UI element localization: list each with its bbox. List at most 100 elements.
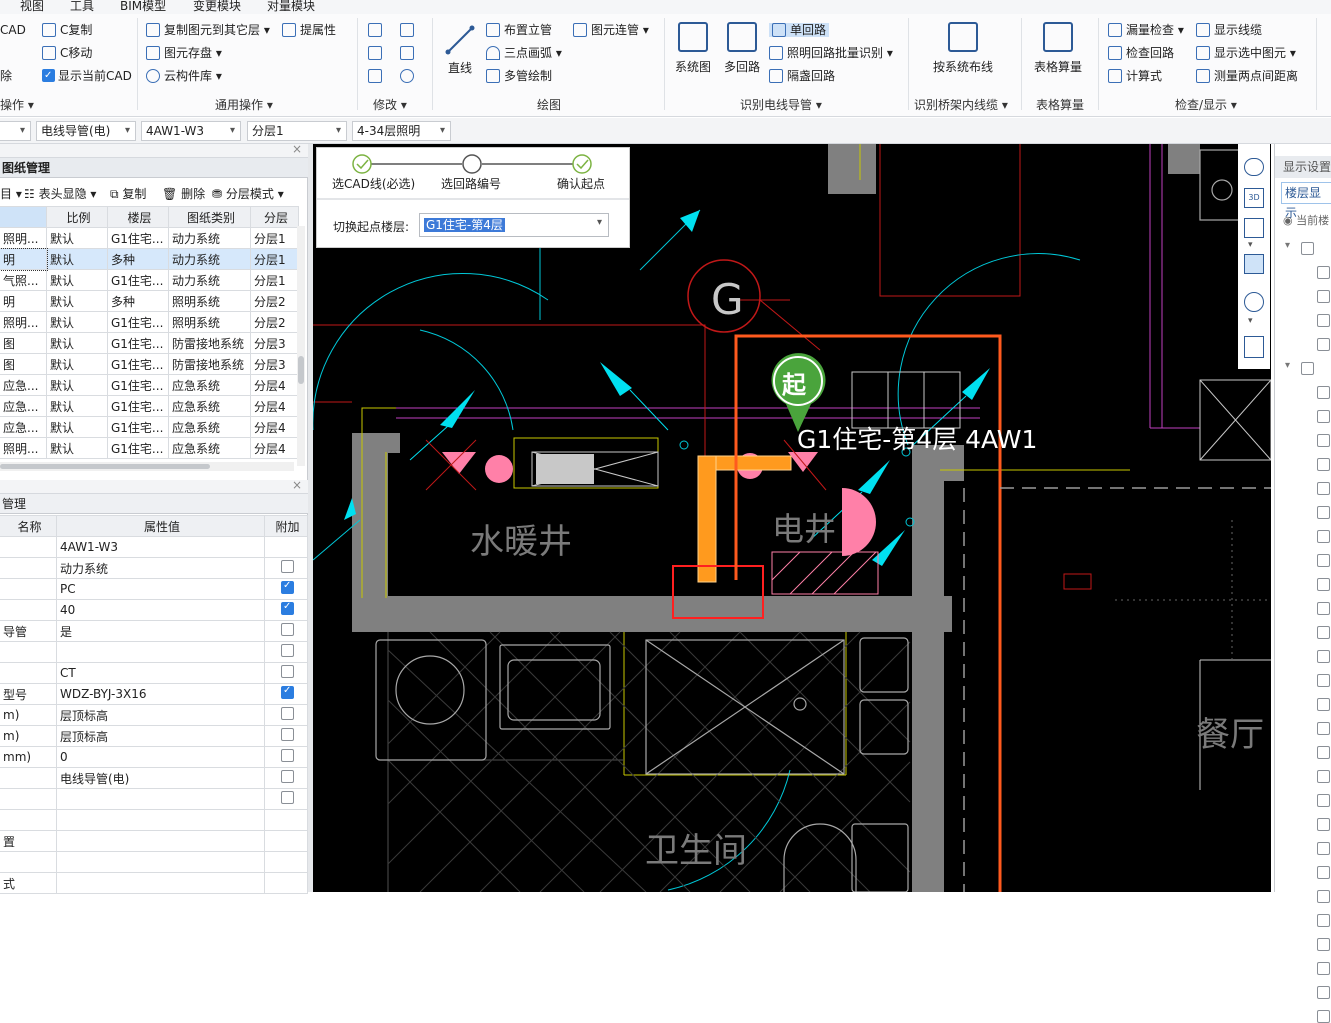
tree-checkbox[interactable] (1317, 962, 1330, 975)
col-floor[interactable]: 楼层 (107, 206, 169, 228)
table-row[interactable]: 图默认 G1住宅... 防雷接地系统 分层3 (0, 332, 299, 354)
extra-checkbox[interactable] (281, 560, 294, 573)
property-value[interactable]: CT (56, 662, 265, 684)
tree-checkbox[interactable] (1317, 818, 1330, 831)
tree-expand-icon[interactable]: ▾ (1285, 240, 1290, 251)
property-value[interactable]: 层顶标高 (56, 725, 265, 747)
tree-checkbox[interactable] (1317, 554, 1330, 567)
tree-checkbox[interactable] (1317, 746, 1330, 759)
separate-circuit-button[interactable]: 隔盏回路 (769, 68, 835, 84)
element-save-button[interactable]: 图元存盘 ▾ (146, 45, 222, 61)
property-value[interactable]: 0 (56, 746, 265, 768)
extra-checkbox[interactable] (281, 665, 294, 678)
menu-item[interactable]: BIM模型 (120, 0, 166, 12)
tree-expand-icon[interactable]: ▾ (1285, 360, 1290, 371)
single-circuit-button[interactable]: 单回路 (769, 22, 830, 38)
property-value[interactable]: 动力系统 (56, 557, 265, 579)
tree-checkbox[interactable] (1317, 578, 1330, 591)
property-row[interactable]: 动力系统 (0, 557, 308, 579)
3d-view-icon[interactable]: 3D (1244, 188, 1264, 208)
chevron-down-icon[interactable]: ▾ (1248, 316, 1253, 326)
tree-checkbox[interactable] (1317, 434, 1330, 447)
header-toggle-button[interactable]: ☷ 表头显隐 ▾ (24, 182, 96, 206)
table-row[interactable]: 应急... 默认 G1住宅... 应急系统 分层4 (0, 374, 299, 396)
tree-checkbox[interactable] (1317, 314, 1330, 327)
property-row[interactable]: 型号 WDZ-BYJ-3X16 (0, 683, 308, 705)
tree-checkbox[interactable] (1317, 410, 1330, 423)
property-row[interactable]: m) 层顶标高 (0, 725, 308, 747)
property-value[interactable]: 层顶标高 (56, 704, 265, 726)
tab-floor-display[interactable]: 楼层显示 (1281, 182, 1331, 220)
tree-checkbox[interactable] (1317, 938, 1330, 951)
menu-item[interactable]: 视图 (20, 0, 44, 12)
menu-item[interactable]: 对量模块 (267, 0, 315, 12)
property-row[interactable]: CT (0, 662, 308, 684)
tree-checkbox[interactable] (1317, 626, 1330, 639)
extra-checkbox[interactable] (281, 623, 294, 636)
tree-checkbox[interactable] (1317, 650, 1330, 663)
property-value[interactable] (56, 641, 265, 663)
layer-combo[interactable]: 分层1 (247, 121, 347, 141)
tree-checkbox[interactable] (1301, 242, 1314, 255)
modify-mirror-icon[interactable] (400, 22, 418, 38)
cad-canvas[interactable]: G 水暖井 电井 卫生间 餐厅 起 G1住宅-第4层 4AW1 (313, 144, 1271, 892)
table-row[interactable]: 应急... 默认 G1住宅... 应急系统 分层4 (0, 416, 299, 438)
property-row[interactable]: m) 层顶标高 (0, 704, 308, 726)
modify-move-icon[interactable] (368, 45, 386, 61)
rotate-icon[interactable] (1244, 292, 1264, 312)
table-row[interactable]: 图默认 G1住宅... 防雷接地系统 分层3 (0, 353, 299, 375)
property-value[interactable]: 4AW1-W3 (56, 536, 265, 558)
wizard-step-1[interactable]: 选CAD线(必选) (332, 175, 415, 192)
property-row[interactable]: 4AW1-W3 (0, 536, 308, 558)
table-row[interactable]: 照明... 默认 G1住宅... 照明系统 分层2 (0, 311, 299, 333)
three-point-arc-button[interactable]: 三点画弧 ▾ (486, 45, 562, 61)
tree-checkbox[interactable] (1317, 1010, 1330, 1023)
cloud-library-button[interactable]: 云构件库 ▾ (146, 68, 222, 84)
close-icon[interactable]: × (292, 142, 302, 156)
c-move-button[interactable]: C移动 (42, 45, 92, 61)
table-row[interactable]: 应急... 默认 G1住宅... 应急系统 分层4 (0, 395, 299, 417)
copy-to-layer-button[interactable]: 复制图元到其它层 ▾ (146, 22, 270, 38)
table-quantity-button[interactable]: 表格算量 (1030, 22, 1086, 75)
route-by-system-button[interactable]: 按系统布线 (910, 22, 1016, 75)
property-row[interactable]: PC (0, 578, 308, 600)
property-row[interactable]: mm) 0 (0, 746, 308, 768)
tree-checkbox[interactable] (1317, 698, 1330, 711)
property-value[interactable] (56, 872, 265, 894)
floor-select[interactable]: G1住宅-第4层 ▾ (419, 213, 609, 237)
extra-checkbox[interactable] (281, 728, 294, 741)
tree-checkbox[interactable] (1317, 770, 1330, 783)
property-row[interactable]: 置 (0, 830, 308, 852)
copy-button[interactable]: ⧉ 复制 (110, 182, 146, 206)
extra-checkbox[interactable] (281, 707, 294, 720)
tree-checkbox[interactable] (1317, 266, 1330, 279)
delete-text[interactable]: 除 (0, 68, 12, 84)
property-value[interactable] (56, 788, 265, 810)
tree-checkbox[interactable] (1317, 794, 1330, 807)
col-layer[interactable]: 分层 (250, 206, 299, 228)
extra-checkbox[interactable] (281, 580, 294, 594)
property-row[interactable] (0, 809, 308, 831)
check-circuit-button[interactable]: 检查回路 (1108, 45, 1174, 61)
show-cable-button[interactable]: 显示线缆 (1196, 22, 1262, 38)
extract-property-button[interactable]: 提属性 (282, 22, 336, 38)
modify-copy-icon[interactable] (368, 22, 386, 38)
extra-checkbox[interactable] (281, 770, 294, 783)
modify-delete-icon[interactable] (368, 68, 386, 84)
c-copy-button[interactable]: C复制 (42, 22, 92, 38)
wizard-step-3[interactable]: 确认起点 (557, 175, 605, 192)
tree-checkbox[interactable] (1317, 338, 1330, 351)
layer-eye-icon[interactable] (1244, 336, 1264, 358)
close-icon[interactable]: × (292, 478, 302, 492)
property-value[interactable]: PC (56, 578, 265, 600)
tree-checkbox[interactable] (1317, 530, 1330, 543)
property-row[interactable] (0, 788, 308, 810)
riser-button[interactable]: 布置立管 (486, 22, 552, 38)
extra-checkbox[interactable] (281, 644, 294, 657)
orbit-icon[interactable] (1244, 158, 1264, 176)
modify-flip-icon[interactable] (400, 45, 418, 61)
layer-mode-button[interactable]: ⛃ 分层模式 ▾ (212, 182, 284, 206)
property-value[interactable]: WDZ-BYJ-3X16 (56, 683, 265, 705)
tree-checkbox[interactable] (1317, 506, 1330, 519)
tree-checkbox[interactable] (1317, 482, 1330, 495)
